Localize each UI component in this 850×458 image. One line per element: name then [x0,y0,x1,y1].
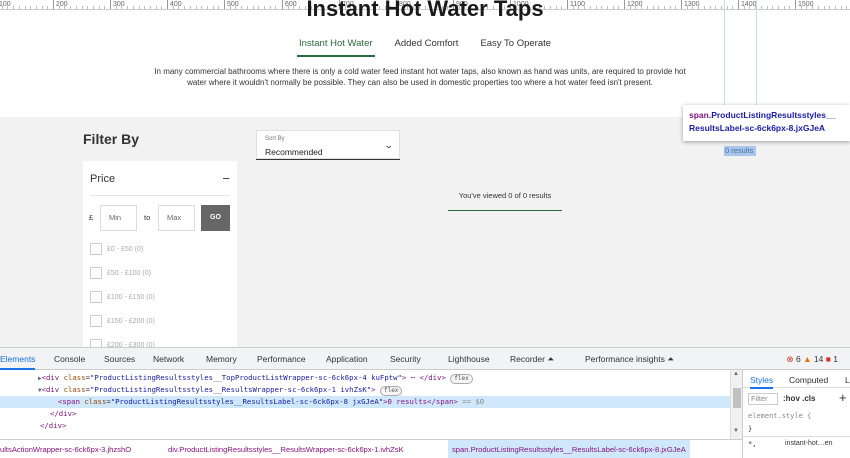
price-option-label: £100 - £150 (0) [107,293,155,301]
dom-tree-scrollbar[interactable]: ▲ ▼ [730,370,742,439]
dom-node[interactable]: </div> [0,420,730,432]
breadcrumb-item[interactable]: ultsActionWrapper-sc-6ck6px-3.jhzshO [0,445,131,454]
price-filter-title: Price [90,173,116,185]
issue-icon: ■ [825,354,831,364]
devtools-tab-performance[interactable]: Performance [257,354,306,364]
stylesheet-source-link[interactable]: instant-hot…en [785,440,832,447]
dom-node-selected[interactable]: <span class="ProductListingResultsstyles… [0,396,730,408]
go-button[interactable]: GO [201,205,230,231]
rule-close-brace: } [748,425,753,433]
error-icon: ⊗ [786,354,794,364]
price-filter-panel: Price − £ Min to Max GO £0 - £50 (0) £50 … [83,161,237,351]
price-option[interactable]: £0 - £50 (0) [90,243,143,257]
sort-label: Sort By [265,136,285,142]
warning-icon: ▲ [803,354,812,364]
viewed-progress-bar [448,210,562,211]
dom-node[interactable]: ▶<div class="ProductListingResultsstyles… [0,372,730,384]
scroll-up-icon[interactable]: ▲ [733,371,739,377]
sort-underline [256,159,400,160]
scrollbar-thumb[interactable] [733,388,741,408]
styles-pane: Styles Computed L Filter :hov .cls + ele… [742,370,850,458]
devtools-tab-application[interactable]: Application [326,354,368,364]
styles-filter-input[interactable]: Filter [748,393,778,405]
tab-easy-to-operate[interactable]: Easy To Operate [478,38,553,57]
price-option[interactable]: £100 - £150 (0) [90,291,155,305]
tab-computed[interactable]: Computed [789,375,828,385]
tab-styles[interactable]: Styles [750,375,774,389]
price-option[interactable]: £150 - £200 (0) [90,315,155,329]
tab-instant-hot-water[interactable]: Instant Hot Water [296,38,375,57]
checkbox[interactable] [90,315,102,327]
warning-count: 14 [813,354,824,364]
min-price-input[interactable]: Min [100,205,137,231]
breadcrumb-item-current[interactable]: span.ProductListingResultsstyles__Result… [448,440,690,458]
breadcrumb-item[interactable]: div.ProductListingResultsstyles__Results… [168,445,404,454]
element-style-rule[interactable]: element.style { [748,412,811,420]
page-title: Instant Hot Water Taps [306,0,544,21]
collapse-icon[interactable]: − [222,171,230,186]
tooltip-tag: span [689,110,709,120]
element-inspector-tooltip: span.ProductListingResultsstyles__ Resul… [683,105,850,141]
dom-tree[interactable]: ▶<div class="ProductListingResultsstyles… [0,370,730,439]
price-option-label: £0 - £50 (0) [107,245,144,253]
dom-node[interactable]: ▼<div class="ProductListingResultsstyles… [0,384,730,396]
tooltip-class-line2: ResultsLabel-sc-6ck6px-8.jxGJeA [689,123,826,133]
sort-dropdown[interactable]: Sort By Recommended ⌄ [256,130,400,159]
universal-selector: *, [748,440,757,448]
devtools-tab-security[interactable]: Security [390,354,421,364]
checkbox[interactable] [90,243,102,255]
category-tabs: Instant Hot Water Added Comfort Easy To … [0,38,850,57]
devtools-tab-recorder[interactable]: Recorder ⏶ [510,354,554,365]
intro-text: In many commercial bathrooms where there… [154,67,686,87]
price-option-label: £150 - £200 (0) [107,317,155,325]
dom-breadcrumbs: ultsActionWrapper-sc-6ck6px-3.jhzshO div… [0,439,742,458]
error-count: 6 [796,354,801,364]
styles-tabbar: Styles Computed L [743,370,850,389]
viewed-count-text: You've viewed 0 of 0 results [458,191,552,200]
devtools-tab-console[interactable]: Console [54,354,85,364]
tab-added-comfort[interactable]: Added Comfort [393,38,461,57]
checkbox[interactable] [90,291,102,303]
devtools-tab-elements[interactable]: Elements [0,354,36,370]
screenshot-root: 100 200 300 400 500 600 700 800 900 1000 1100 1200 1… [0,0,850,458]
devtools-tab-memory[interactable]: Memory [206,354,237,364]
devtools-tabbar: Performance insights ⏶ Recorder ⏶ Lighthou… [0,348,850,370]
divider [743,436,850,437]
hov-cls-toggle[interactable]: :hov .cls [783,394,815,403]
scroll-down-icon[interactable]: ▼ [733,428,739,434]
tooltip-class-line1: .ProductListingResultsstyles__ [708,110,836,120]
price-option[interactable]: £50 - £100 (0) [90,267,151,281]
dom-node[interactable]: </div> [0,408,730,420]
divider [90,195,230,196]
chevron-down-icon: ⌄ [384,140,395,150]
tab-layout[interactable]: L [845,375,850,385]
devtools-tab-sources[interactable]: Sources [104,354,135,364]
add-rule-button[interactable]: + [839,390,847,405]
devtools-panel: Performance insights ⏶ Recorder ⏶ Lighthou… [0,347,850,458]
issue-count: 1 [833,354,838,364]
price-option-label: £50 - £100 (0) [107,269,151,277]
devtools-tab-lighthouse[interactable]: Lighthouse [448,354,490,364]
currency-symbol: £ [89,213,94,222]
checkbox[interactable] [90,267,102,279]
filter-title: Filter By [83,131,140,147]
sort-value: Recommended [265,147,323,157]
to-label: to [144,213,151,222]
devtools-tab-network[interactable]: Network [153,354,184,364]
devtools-status[interactable]: ⊗ 6 ▲ 14 ■ 1 [787,354,839,365]
max-price-input[interactable]: Max [158,205,195,231]
devtools-tab-performance-insights[interactable]: Performance insights ⏶ [585,354,674,365]
results-label: 0 results [724,146,756,156]
